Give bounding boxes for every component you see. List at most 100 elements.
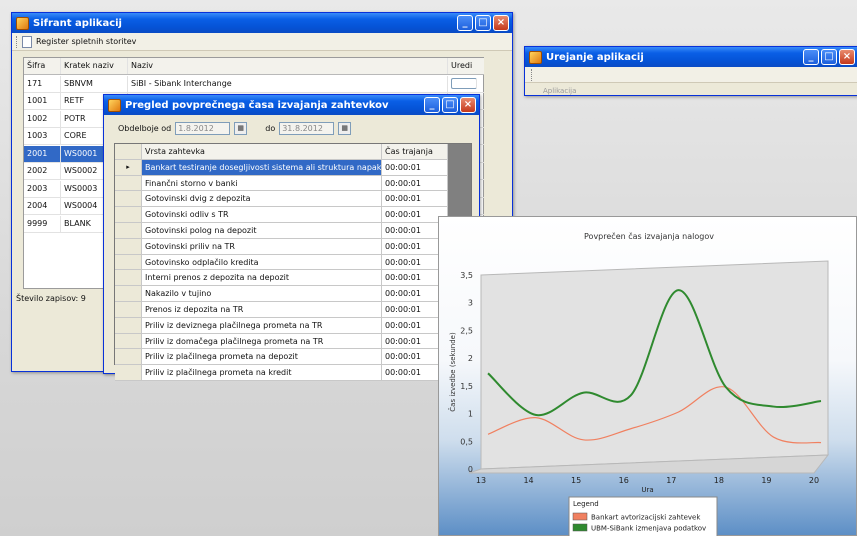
cell-vrsta-zahtevka: Finančni storno v banki [142,175,382,192]
table-row[interactable]: Nakazilo v tujino 00:00:01 [115,286,448,302]
column-header[interactable]: Naziv [128,58,448,74]
x-tick-label: 19 [761,476,771,485]
row-selector[interactable] [115,238,142,255]
cell-vrsta-zahtevka: Gotovinski dvig z depozita [142,191,382,208]
requests-grid[interactable]: Vrsta zahtevka Čas trajanja ▸ Bankart testi… [114,143,472,381]
y-tick-label: 1,5 [460,382,473,391]
row-selector[interactable] [115,302,142,318]
to-label: do [265,124,276,133]
chart-title: Povprečen čas izvajanja nalogov [584,231,714,241]
urejanje-titlebar[interactable]: Urejanje aplikacij _ □ × [525,47,857,67]
cell-sifra: 2001 [24,145,61,162]
table-row[interactable]: Gotovinski polog na depozit 00:00:01 [115,223,448,239]
cell-vrsta-zahtevka: Priliv iz plačilnega prometa na kredit [142,365,382,381]
table-row[interactable]: Gotovinsko odplačilo kredita 00:00:01 [115,254,448,271]
close-button[interactable]: × [460,97,476,113]
row-selector[interactable] [115,191,142,208]
x-tick-label: 17 [666,476,676,485]
cell-sifra: 1001 [24,93,61,109]
legend-swatch [572,512,588,521]
edit-button[interactable] [451,77,477,89]
date-range: Obdelboje od 1.8.2012 ▦ do 31.8.2012 ▦ [118,122,352,135]
table-row[interactable]: Priliv iz domačega plačilnega prometa na… [115,333,448,350]
maximize-button[interactable]: □ [475,15,491,31]
to-calendar-icon[interactable]: ▦ [338,122,352,135]
close-button[interactable]: × [839,49,855,65]
column-header[interactable]: Šifra [24,58,61,74]
cell-sifra: 1002 [24,110,61,127]
table-row[interactable]: ▸ Bankart testiranje dosegljivosti sistem… [115,159,448,176]
row-selector[interactable] [115,333,142,350]
cell-vrsta-zahtevka: Interni prenos z depozita na depozit [142,270,382,287]
column-header[interactable]: Uredi [448,58,484,74]
row-selector[interactable] [115,286,142,302]
app-icon [108,98,121,112]
y-tick-label: 2,5 [460,326,473,335]
from-date-field[interactable]: 1.8.2012 [175,122,231,135]
row-selector[interactable] [115,270,142,287]
row-selector[interactable] [115,349,142,366]
x-tick-label: 14 [523,476,533,485]
urejanje-title: Urejanje aplikacij [546,51,644,63]
table-row[interactable]: Priliv iz plačilnega prometa na depozit 0… [115,349,448,366]
app-icon [16,16,29,30]
close-icon: × [842,51,852,62]
close-icon: × [463,99,473,110]
cell-vrsta-zahtevka: Bankart testiranje dosegljivosti sistema… [142,159,382,176]
row-selector[interactable] [115,223,142,239]
sifrant-titlebar[interactable]: Šifrant aplikacij _ □ × [12,13,512,33]
y-tick-label: 1 [468,410,473,419]
table-row[interactable]: Gotovinski dvig z depozita 00:00:01 [115,191,448,208]
maximize-button[interactable]: □ [442,97,458,113]
chart-panel: Povprečen čas izvajanja nalogov 0 0,5 1 1,5 2… [438,216,857,536]
maximize-icon: □ [824,51,834,62]
grid-header: Vrsta zahtevka Čas trajanja [115,144,448,160]
legend-label: UBM-SiBank izmenjava podatkov [591,525,706,533]
from-label: Obdelboje od [118,124,172,133]
cell-cas-trajanja: 00:00:01 [382,159,448,176]
row-selector[interactable] [115,254,142,271]
column-header[interactable]: Vrsta zahtevka [142,144,382,160]
pregled-titlebar[interactable]: Pregled povprečnega časa izvajanja zahte… [104,95,479,115]
cell-uredi [448,76,484,92]
column-header[interactable]: Kratek naziv [61,58,128,74]
row-header-corner [115,144,142,160]
sifrant-title: Šifrant aplikacij [33,17,122,29]
table-row[interactable]: Gotovinski priliv na TR 00:00:01 [115,238,448,255]
table-row[interactable]: Prenos iz depozita na TR 00:00:01 [115,302,448,318]
column-header[interactable]: Čas trajanja [382,144,448,160]
row-selector[interactable]: ▸ [115,159,142,176]
table-row[interactable]: 171 SBNVM SiBI - Sibank Interchange [24,75,484,93]
table-row[interactable]: Finančni storno v banki 00:00:01 [115,175,448,192]
from-calendar-icon[interactable]: ▦ [234,122,248,135]
minimize-button[interactable]: _ [424,97,440,113]
minimize-button[interactable]: _ [803,49,819,65]
maximize-button[interactable]: □ [821,49,837,65]
table-row[interactable]: Priliv iz deviznega plačilnega prometa n… [115,317,448,334]
table-row[interactable]: Gotovinski odliv s TR 00:00:01 [115,207,448,223]
table-row[interactable]: Interni prenos z depozita na depozit 00:0… [115,270,448,287]
close-button[interactable]: × [493,15,509,31]
minimize-button[interactable]: _ [457,15,473,31]
cell-sifra: 1003 [24,128,61,144]
cell-vrsta-zahtevka: Gotovinsko odplačilo kredita [142,254,382,271]
x-tick-label: 18 [714,476,724,485]
to-date-field[interactable]: 31.8.2012 [279,122,335,135]
row-selector[interactable] [115,365,142,381]
pregled-title: Pregled povprečnega časa izvajanja zahte… [125,99,389,111]
row-selector[interactable] [115,207,142,223]
cell-vrsta-zahtevka: Gotovinski polog na depozit [142,223,382,239]
row-selector[interactable] [115,317,142,334]
cell-vrsta-zahtevka: Prenos iz depozita na TR [142,302,382,318]
row-selector[interactable] [115,175,142,192]
menu-register-spletnih-storitev[interactable]: Register spletnih storitev [36,37,136,46]
document-icon [22,35,32,48]
y-tick-label: 3 [468,299,473,308]
cell-vrsta-zahtevka: Priliv iz domačega plačilnega prometa na… [142,333,382,350]
y-axis-label: Čas izvedbe (sekunde) [448,332,457,412]
x-axis-label: Ura [641,486,653,494]
x-tick-label: 15 [571,476,581,485]
table-row[interactable]: Priliv iz plačilnega prometa na kredit 00… [115,365,448,381]
grid-header: Šifra Kratek naziv Naziv Uredi [24,58,484,75]
cell-naziv: SiBI - Sibank Interchange [128,75,448,92]
